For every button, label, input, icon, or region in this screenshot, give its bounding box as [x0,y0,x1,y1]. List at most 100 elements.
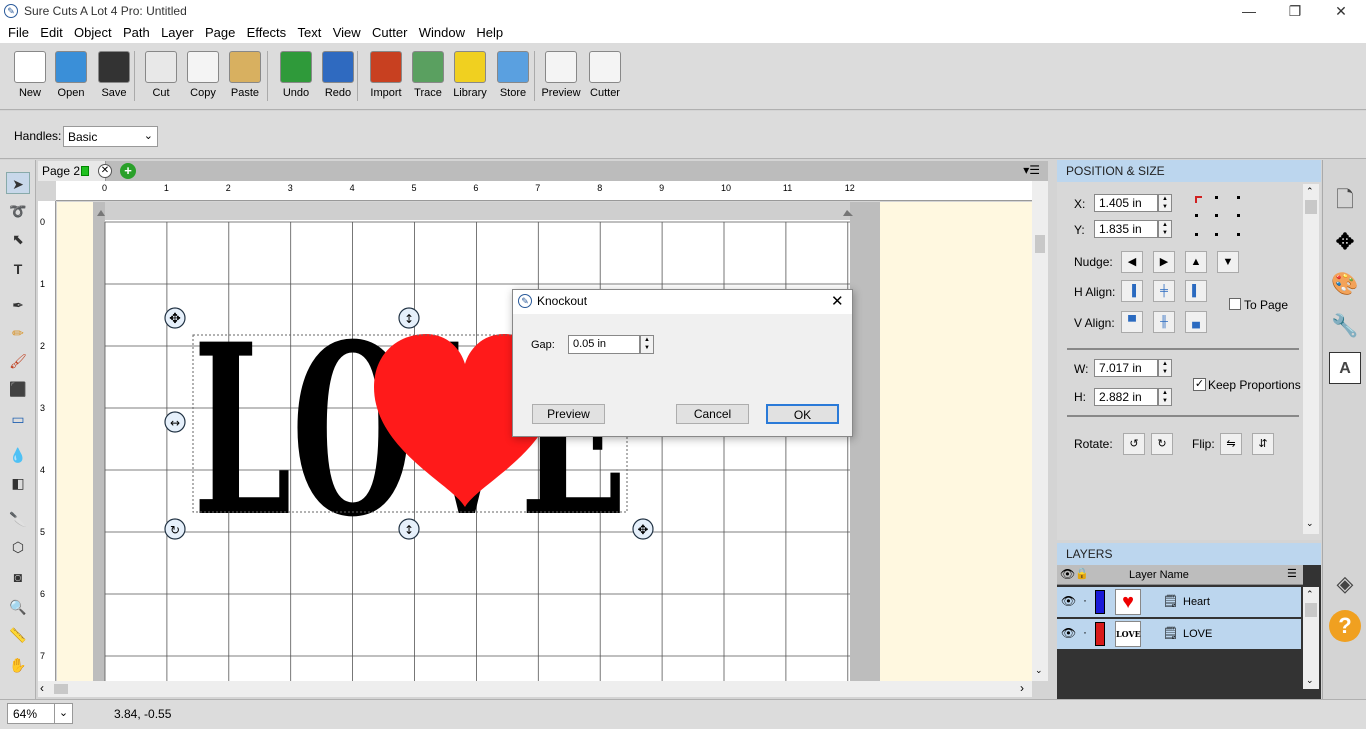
tab-menu-icon[interactable]: ▾☰ [1023,163,1040,177]
eye-icon[interactable]: 👁 [1061,626,1076,640]
menu-text[interactable]: Text [298,23,322,40]
flip-horizontal-icon[interactable]: ⇋ [1220,433,1242,455]
unlock-dot-icon[interactable]: · [1083,625,1087,639]
color-palette-icon[interactable]: 🎨 [1329,268,1361,300]
panel-scroll-thumb[interactable] [1305,200,1317,214]
trace-button[interactable]: Trace [407,51,449,107]
eye-icon[interactable]: 👁 [1061,594,1076,608]
pencil-tool-icon[interactable]: ✏ [6,322,30,344]
reference-point-grid[interactable] [1192,193,1244,239]
menu-view[interactable]: View [333,23,361,40]
menu-effects[interactable]: Effects [247,23,287,40]
height-field[interactable]: 2.882 in [1094,388,1158,406]
text-tool-icon[interactable]: T [6,258,30,280]
layer-row-heart[interactable]: 👁 · ♥ 🗒 Heart [1057,587,1301,617]
text-panel-icon[interactable]: A [1329,352,1361,384]
store-button[interactable]: Store [492,51,534,107]
layers-scrollbar[interactable]: ⌃ ⌄ [1303,587,1319,689]
align-top-icon[interactable]: ▀ [1121,311,1143,333]
rectangle-tool-icon[interactable]: ▭ [6,408,30,430]
brush-tool-icon[interactable]: 🖌 [6,350,30,372]
design-canvas[interactable]: LOVE ✥ ↕ ↔ ↻ ↕ ✥ [57,202,1032,681]
pen-tool-icon[interactable]: ✒ [6,294,30,316]
rotate-ccw-icon[interactable]: ↺ [1123,433,1145,455]
dialog-close-icon[interactable]: ✕ [831,292,844,310]
hand-tool-icon[interactable]: ✋ [6,654,30,676]
zoom-select[interactable]: 64% ⌄ [7,703,73,724]
nudge-down-button[interactable]: ▼ [1217,251,1239,273]
menu-cutter[interactable]: Cutter [372,23,407,40]
scroll-down-icon[interactable]: ⌄ [1306,675,1314,686]
align-bottom-icon[interactable]: ▄ [1185,311,1207,333]
scroll-down-icon[interactable]: ⌄ [1035,665,1043,676]
nudge-right-button[interactable]: ▶ [1153,251,1175,273]
scroll-down-icon[interactable]: ⌄ [1306,518,1314,529]
menu-object[interactable]: Object [74,23,112,40]
handles-select[interactable]: Basic ⌄ [63,126,158,147]
ruler-tool-icon[interactable]: 📏 [6,624,30,646]
x-field[interactable]: 1.405 in [1094,194,1158,212]
new-button[interactable]: New [9,51,51,107]
select-tool-icon[interactable]: ➤ [6,172,30,194]
cutter-button[interactable]: Cutter [584,51,626,107]
minimize-button[interactable]: — [1226,0,1272,23]
menu-edit[interactable]: Edit [40,23,62,40]
to-page-checkbox[interactable] [1229,298,1241,310]
add-page-icon[interactable]: + [120,163,136,179]
help-icon[interactable]: ? [1329,610,1361,642]
menu-help[interactable]: Help [476,23,503,40]
ok-button[interactable]: OK [766,404,839,424]
restore-button[interactable]: ❐ [1272,0,1318,23]
knife-tool-icon[interactable]: 🔪 [6,508,30,530]
transform-tool-icon[interactable]: ⬡ [6,536,30,558]
layer-color-swatch[interactable] [1095,622,1105,646]
horizontal-scroll-thumb[interactable] [54,684,68,694]
rotate-cw-icon[interactable]: ↻ [1151,433,1173,455]
menu-page[interactable]: Page [205,23,235,40]
redo-button[interactable]: Redo [317,51,359,107]
height-stepper[interactable]: ▲ ▼ [1158,388,1172,406]
flip-vertical-icon[interactable]: ⇵ [1252,433,1274,455]
gradient-tool-icon[interactable]: ◧ [6,472,30,494]
nudge-up-button[interactable]: ▲ [1185,251,1207,273]
vertical-scrollbar[interactable]: ⌄ [1032,181,1048,681]
library-button[interactable]: Library [449,51,491,107]
gap-field[interactable]: 0.05 in [568,335,640,354]
vertical-scroll-thumb[interactable] [1035,235,1045,253]
preview-button[interactable]: Preview [540,51,582,107]
menu-window[interactable]: Window [419,23,465,40]
cut-button[interactable]: Cut [140,51,182,107]
menu-layer[interactable]: Layer [161,23,194,40]
copy-button[interactable]: Copy [182,51,224,107]
position-panel-icon[interactable]: ✥ [1329,226,1361,258]
open-button[interactable]: Open [50,51,92,107]
align-center-v-icon[interactable]: ╫ [1153,311,1175,333]
horizontal-scrollbar[interactable]: ‹ › [38,681,1032,697]
panel-scrollbar[interactable]: ⌃ ⌄ [1303,184,1319,534]
eraser-tool-icon[interactable]: ⬛ [6,378,30,400]
nudge-left-button[interactable]: ◀ [1121,251,1143,273]
keep-proportions-checkbox[interactable]: ✓ [1193,378,1206,391]
gap-stepper[interactable]: ▲ ▼ [640,335,654,354]
width-field[interactable]: 7.017 in [1094,359,1158,377]
import-button[interactable]: Import [365,51,407,107]
menu-path[interactable]: Path [123,23,150,40]
scroll-up-icon[interactable]: ⌃ [1306,589,1314,600]
paste-button[interactable]: Paste [224,51,266,107]
layers-scroll-thumb[interactable] [1305,603,1317,617]
align-center-h-icon[interactable]: ╪ [1153,280,1175,302]
preview-button[interactable]: Preview [532,404,605,424]
align-left-icon[interactable]: ▐ [1121,280,1143,302]
layer-row-love[interactable]: 👁 · LOVE 🗒 LOVE [1057,619,1301,649]
lasso-tool-icon[interactable]: ➰ [6,200,30,222]
unlock-dot-icon[interactable]: · [1083,593,1087,607]
page-panel-icon[interactable]: 🗋 [1329,184,1361,216]
cancel-button[interactable]: Cancel [676,404,749,424]
layers-menu-icon[interactable]: ☰ [1287,567,1297,580]
width-stepper[interactable]: ▲ ▼ [1158,359,1172,377]
y-stepper[interactable]: ▲ ▼ [1158,220,1172,238]
align-right-icon[interactable]: ▌ [1185,280,1207,302]
menu-file[interactable]: File [8,23,29,40]
node-edit-tool-icon[interactable]: ⬉ [6,228,30,250]
y-field[interactable]: 1.835 in [1094,220,1158,238]
